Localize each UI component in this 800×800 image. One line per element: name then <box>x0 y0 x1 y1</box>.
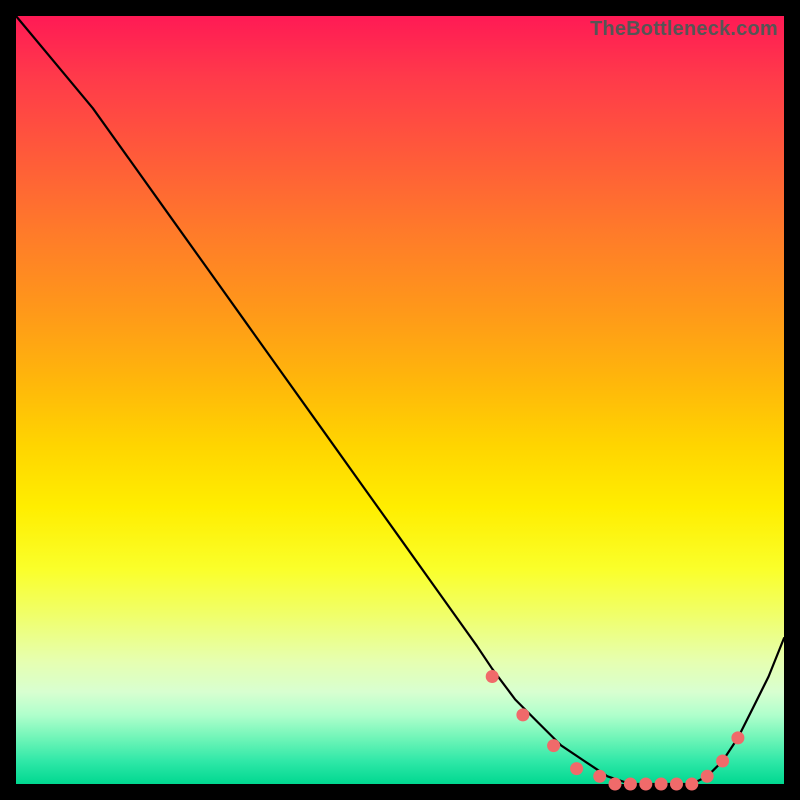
marker-point <box>624 778 637 791</box>
marker-point <box>655 778 668 791</box>
marker-point <box>639 778 652 791</box>
marker-point <box>570 762 583 775</box>
marker-point <box>670 778 683 791</box>
chart-container: TheBottleneck.com <box>0 0 800 800</box>
marker-point <box>547 739 560 752</box>
marker-point <box>486 670 499 683</box>
marker-point <box>516 708 529 721</box>
marker-point <box>685 778 698 791</box>
marker-point <box>701 770 714 783</box>
sample-markers <box>486 670 745 791</box>
marker-point <box>593 770 606 783</box>
bottleneck-curve <box>16 16 784 784</box>
marker-point <box>731 731 744 744</box>
plot-area: TheBottleneck.com <box>16 16 784 784</box>
chart-svg <box>16 16 784 784</box>
marker-point <box>716 755 729 768</box>
marker-point <box>609 778 622 791</box>
